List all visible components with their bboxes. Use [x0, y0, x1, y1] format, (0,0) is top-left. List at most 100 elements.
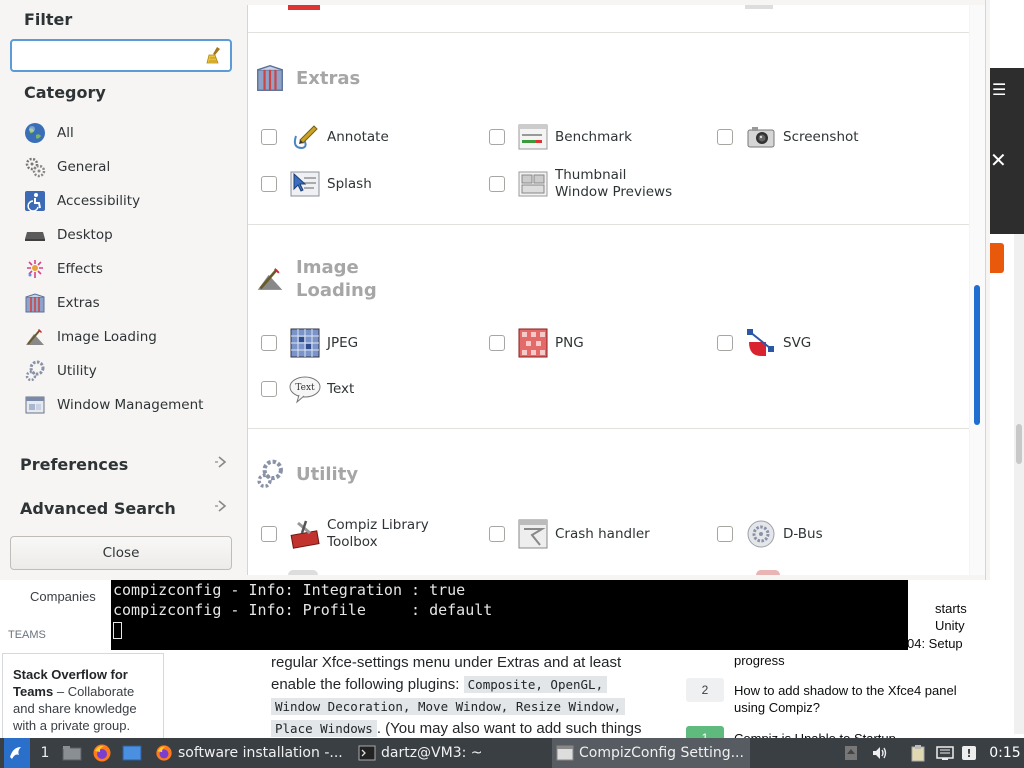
close-icon[interactable]: ✕: [990, 148, 1007, 172]
category-label: Desktop: [57, 227, 113, 243]
crash-handler-icon: [517, 518, 549, 550]
plugin-checkbox[interactable]: [261, 335, 277, 351]
partial-plugin-icon: [288, 5, 320, 10]
firefox-launcher-icon[interactable]: [90, 738, 114, 768]
plugin-checkbox[interactable]: [717, 526, 733, 542]
vote-count-badge: 2: [686, 678, 724, 702]
plugin-checkbox[interactable]: [261, 381, 277, 397]
group-title: Image Loading: [296, 256, 377, 302]
accessibility-icon: [24, 190, 46, 212]
network-icon[interactable]: [934, 738, 956, 768]
plugin-label-line: Toolbox: [327, 534, 378, 550]
show-desktop-icon[interactable]: [120, 738, 144, 768]
thumbnail-icon: [517, 168, 549, 200]
plugin-checkbox[interactable]: [261, 129, 277, 145]
toolbox-icon: [289, 518, 321, 550]
clock[interactable]: 0:15: [988, 738, 1022, 768]
desktop-icon: [24, 224, 46, 246]
effects-icon: [24, 258, 46, 280]
task-compizconfig[interactable]: CompizConfig Setting...: [552, 738, 750, 768]
orange-button[interactable]: [990, 243, 1004, 273]
plugin-list-scrollbar[interactable]: [970, 5, 986, 575]
group-separator: [248, 32, 969, 33]
image-loading-icon: [24, 326, 46, 348]
terminal-window[interactable]: compizconfig - Info: Integration : true …: [111, 580, 908, 650]
advanced-search-label: Advanced Search: [20, 498, 176, 518]
clear-filter-icon[interactable]: [205, 46, 223, 64]
answer-body: regular Xfce-settings menu under Extras …: [271, 652, 651, 740]
category-title: Category: [24, 83, 106, 102]
plugin-checkbox[interactable]: [261, 526, 277, 542]
teams-heading: TEAMS: [8, 629, 46, 641]
task-terminal[interactable]: dartz@VM3: ~: [354, 738, 544, 768]
group-title: Utility: [296, 463, 359, 485]
category-item-effects[interactable]: Effects: [24, 255, 239, 283]
category-item-image-loading[interactable]: Image Loading: [24, 323, 239, 351]
terminal-icon: [358, 745, 376, 761]
plugin-checkbox[interactable]: [489, 335, 505, 351]
code-span: Place Windows: [271, 720, 377, 737]
related-question-link[interactable]: starts Unity: [935, 600, 995, 634]
eject-icon[interactable]: [842, 738, 860, 768]
plugin-checkbox[interactable]: [489, 176, 505, 192]
plugin-checkbox[interactable]: [717, 335, 733, 351]
category-item-extras[interactable]: Extras: [24, 289, 239, 317]
preferences-button[interactable]: Preferences: [20, 450, 230, 478]
partial-plugin-icon: [288, 570, 318, 575]
category-item-accessibility[interactable]: Accessibility: [24, 187, 239, 215]
utility-icon: [254, 458, 286, 490]
close-button[interactable]: Close: [10, 536, 232, 570]
category-label: Effects: [57, 261, 103, 277]
clipboard-icon[interactable]: [908, 738, 928, 768]
scrollbar-thumb[interactable]: [974, 285, 980, 425]
jpeg-icon: [289, 327, 321, 359]
plugin-splash: Splash: [261, 166, 372, 202]
file-manager-icon[interactable]: [60, 738, 84, 768]
benchmark-icon: [517, 121, 549, 153]
category-item-desktop[interactable]: Desktop: [24, 221, 239, 249]
category-item-all[interactable]: All: [24, 119, 239, 147]
category-label: Image Loading: [57, 329, 157, 345]
related-question-link[interactable]: How to add shadow to the Xfce4 panel usi…: [734, 682, 974, 716]
category-label: All: [57, 125, 74, 141]
whisker-menu-icon[interactable]: [4, 738, 30, 768]
nav-companies-link[interactable]: Companies: [30, 589, 96, 604]
preferences-label: Preferences: [20, 454, 129, 474]
page-scrollbar[interactable]: [1014, 234, 1024, 734]
plugin-checkbox[interactable]: [489, 526, 505, 542]
png-icon: [517, 327, 549, 359]
plugin-checkbox[interactable]: [261, 176, 277, 192]
task-label: dartz@VM3: ~: [381, 745, 483, 761]
code-span: Composite, OpenGL,: [463, 676, 608, 693]
plugin-thumbnail: Thumbnail Window Previews: [489, 166, 672, 202]
volume-icon[interactable]: [870, 738, 890, 768]
terminal-cursor: [113, 622, 122, 639]
hamburger-menu-icon[interactable]: ☰: [992, 80, 1006, 99]
terminal-line: compizconfig - Info: Profile : default: [113, 601, 493, 619]
plugin-checkbox[interactable]: [489, 129, 505, 145]
workspace-switcher[interactable]: 1: [38, 738, 52, 768]
extras-icon: [254, 62, 286, 94]
category-item-window-management[interactable]: Window Management: [24, 391, 239, 419]
task-firefox[interactable]: software installation -...: [151, 738, 346, 768]
dbus-icon: [745, 518, 777, 550]
firefox-icon: [156, 745, 172, 761]
teams-promo-box[interactable]: Stack Overflow for Teams – Collaborate a…: [2, 653, 164, 743]
plugin-checkbox[interactable]: [717, 129, 733, 145]
compizconfig-window: Filter Category All General Accessibilit…: [0, 0, 990, 580]
category-item-general[interactable]: General: [24, 153, 239, 181]
answer-text: . (You may also want to add such things: [376, 720, 642, 737]
advanced-search-button[interactable]: Advanced Search: [20, 494, 230, 522]
filter-input[interactable]: [10, 39, 232, 72]
page-scrollbar-thumb[interactable]: [1016, 424, 1022, 464]
task-label: CompizConfig Setting...: [579, 745, 744, 761]
category-label: Extras: [57, 295, 100, 311]
notification-icon[interactable]: !: [960, 738, 978, 768]
category-item-utility[interactable]: Utility: [24, 357, 239, 385]
utility-icon: [24, 360, 46, 382]
category-label: Accessibility: [57, 193, 141, 209]
plugin-label: Compiz Library Toolbox: [327, 517, 429, 551]
plugin-label: Crash handler: [555, 525, 650, 542]
group-header-image-loading: Image Loading: [254, 256, 377, 302]
group-title: Extras: [296, 67, 361, 89]
